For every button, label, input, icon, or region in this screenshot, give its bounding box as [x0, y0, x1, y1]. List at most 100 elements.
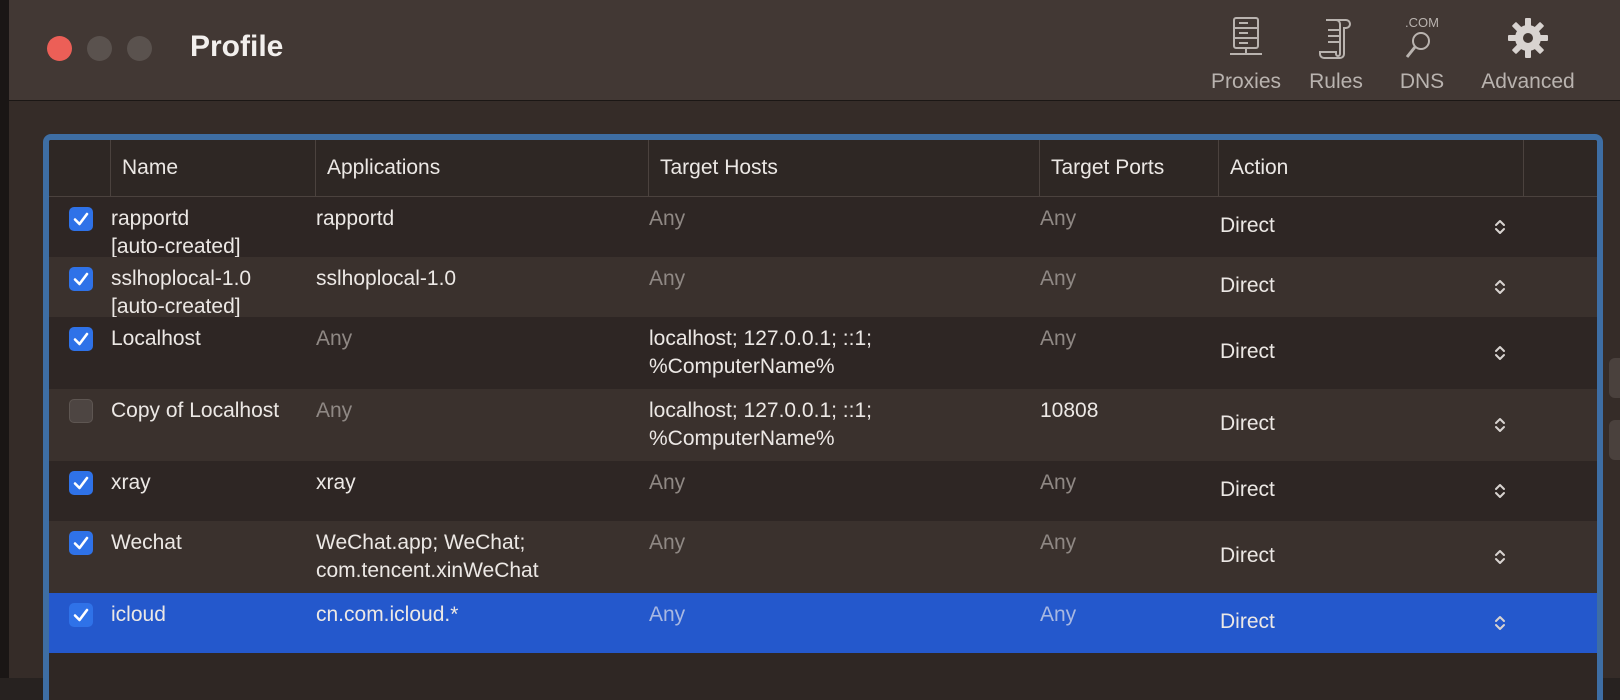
chevron-updown-icon[interactable] — [1493, 547, 1507, 567]
target-hosts-cell: Any — [649, 205, 685, 233]
applications-cell: rapportd — [316, 205, 394, 233]
checkmark-icon — [73, 332, 89, 346]
applications-cell-line1: Any — [316, 399, 353, 422]
target-hosts-cell-line2: %ComputerName% — [649, 355, 835, 378]
checkmark-icon — [73, 212, 89, 226]
column-header-action[interactable]: Action — [1218, 140, 1523, 196]
table-row[interactable]: xray xray Any Any Direct — [49, 461, 1597, 521]
enabled-checkbox[interactable] — [69, 603, 93, 627]
applications-cell-line1: cn.com.icloud.* — [316, 603, 459, 626]
applications-cell-line2: com.tencent.xinWeChat — [316, 559, 539, 582]
toolbar-rules-button[interactable]: Rules — [1301, 14, 1371, 94]
applications-cell: WeChat.app; WeChat; com.tencent.xinWeChat — [316, 529, 539, 585]
checkmark-icon — [73, 608, 89, 622]
table-row[interactable]: Localhost Any localhost; 127.0.0.1; ::1;%C… — [49, 317, 1597, 389]
toolbar-proxies-button[interactable]: Proxies — [1204, 14, 1288, 94]
target-ports-cell: Any — [1040, 327, 1077, 350]
chevron-updown-icon[interactable] — [1493, 343, 1507, 363]
profile-window: Profile Proxies Rules .COM DNS Advanced … — [9, 0, 1620, 700]
target-ports-cell: Any — [1040, 207, 1077, 230]
target-ports-cell: Any — [1040, 603, 1077, 626]
rule-name-cell-line1: sslhoplocal-1.0 — [111, 267, 252, 290]
target-hosts-cell: Any — [649, 265, 685, 293]
minimize-button[interactable] — [87, 36, 112, 61]
target-hosts-cell: localhost; 127.0.0.1; ::1;%ComputerName% — [649, 325, 872, 381]
toolbar-label: Rules — [1309, 70, 1363, 93]
toolbar-label: DNS — [1399, 70, 1445, 93]
rule-name-cell-line1: Localhost — [111, 327, 201, 350]
target-hosts-cell: Any — [649, 601, 685, 629]
chevron-updown-icon[interactable] — [1493, 217, 1507, 237]
enabled-checkbox[interactable] — [69, 531, 93, 555]
chevron-updown-icon[interactable] — [1493, 481, 1507, 501]
target-hosts-cell: Any — [649, 469, 685, 497]
rule-name-cell: rapportd [auto-created] — [111, 205, 241, 261]
chevron-updown-icon[interactable] — [1493, 277, 1507, 297]
applications-cell: Any — [316, 325, 352, 353]
target-hosts-cell: localhost; 127.0.0.1; ::1; %ComputerName% — [649, 397, 872, 453]
action-select[interactable]: Direct — [1220, 610, 1275, 634]
rule-name-cell: sslhoplocal-1.0 [auto-created] — [111, 265, 251, 321]
table-row[interactable]: rapportd [auto-created] rapportd Any Any Dire… — [49, 197, 1597, 258]
scroll-down-button[interactable] — [1609, 420, 1620, 460]
rule-name-cell-line1: Wechat — [111, 531, 182, 554]
applications-cell-line1: Any — [316, 327, 353, 350]
table-row[interactable]: Copy of Localhost Any localhost; 127.0.0.1… — [49, 389, 1597, 461]
column-header-target-ports[interactable]: Target Ports — [1039, 140, 1218, 196]
action-select[interactable]: Direct — [1220, 214, 1275, 238]
zoom-button[interactable] — [127, 36, 152, 61]
action-select[interactable]: Direct — [1220, 544, 1275, 568]
titlebar: Profile Proxies Rules .COM DNS Advanced — [9, 0, 1620, 101]
rule-name-cell: Localhost — [111, 325, 201, 353]
close-button[interactable] — [47, 36, 72, 61]
dns-badge: .COM — [1405, 15, 1439, 30]
enabled-checkbox[interactable] — [69, 267, 93, 291]
table-row[interactable]: sslhoplocal-1.0 [auto-created] sslhoplocal… — [49, 257, 1597, 318]
rule-name-cell-line1: icloud — [111, 603, 166, 626]
applications-cell-line1: rapportd — [316, 207, 395, 230]
target-ports-cell: Any — [1040, 531, 1077, 554]
table-row[interactable]: icloud cn.com.icloud.* Any Any Direct — [49, 593, 1597, 653]
desktop-edge — [0, 0, 9, 678]
enabled-checkbox[interactable] — [69, 471, 93, 495]
gear-icon — [1468, 14, 1588, 62]
enabled-checkbox[interactable] — [69, 399, 93, 423]
target-hosts-cell-line1: Any — [649, 531, 686, 554]
action-select[interactable]: Direct — [1220, 478, 1275, 502]
checkmark-icon — [73, 476, 89, 490]
column-header-enabled[interactable] — [49, 140, 110, 196]
target-hosts-cell-line1: Any — [649, 207, 686, 230]
action-select[interactable]: Direct — [1220, 412, 1275, 436]
rule-name-cell: Wechat — [111, 529, 182, 557]
target-hosts-cell-line1: localhost; 127.0.0.1; ::1; — [649, 327, 872, 350]
enabled-checkbox[interactable] — [69, 327, 93, 351]
target-ports-cell: Any — [1040, 267, 1077, 290]
dns-icon: .COM — [1392, 14, 1452, 62]
checkmark-icon — [73, 272, 89, 286]
action-select[interactable]: Direct — [1220, 340, 1275, 364]
chevron-updown-icon[interactable] — [1493, 415, 1507, 435]
chevron-updown-icon[interactable] — [1493, 613, 1507, 633]
column-header-name[interactable]: Name — [110, 140, 315, 196]
rule-name-cell: icloud — [111, 601, 166, 629]
target-hosts-cell-line1: Any — [649, 603, 686, 626]
table-row[interactable]: Wechat WeChat.app; WeChat; com.tencent.xin… — [49, 521, 1597, 593]
column-header-applications[interactable]: Applications — [315, 140, 648, 196]
rule-name-cell-line1: xray — [111, 471, 151, 494]
target-hosts-cell-line1: Any — [649, 267, 686, 290]
target-ports-cell: Any — [1040, 471, 1077, 494]
target-ports-cell: 10808 — [1040, 399, 1099, 422]
scroll-up-button[interactable] — [1609, 358, 1620, 398]
rule-name-cell: xray — [111, 469, 151, 497]
applications-cell: xray — [316, 469, 356, 497]
server-icon — [1204, 14, 1288, 62]
enabled-checkbox[interactable] — [69, 207, 93, 231]
applications-cell-line1: WeChat.app; WeChat; — [316, 531, 526, 554]
action-select[interactable]: Direct — [1220, 274, 1275, 298]
scroll-icon — [1301, 14, 1371, 62]
toolbar-dns-button[interactable]: .COM DNS — [1392, 14, 1452, 94]
target-hosts-cell-line1: localhost; 127.0.0.1; ::1; — [649, 399, 872, 422]
column-header-target-hosts[interactable]: Target Hosts — [648, 140, 1039, 196]
toolbar-advanced-button[interactable]: Advanced — [1468, 14, 1588, 94]
toolbar-label: Advanced — [1481, 70, 1575, 93]
